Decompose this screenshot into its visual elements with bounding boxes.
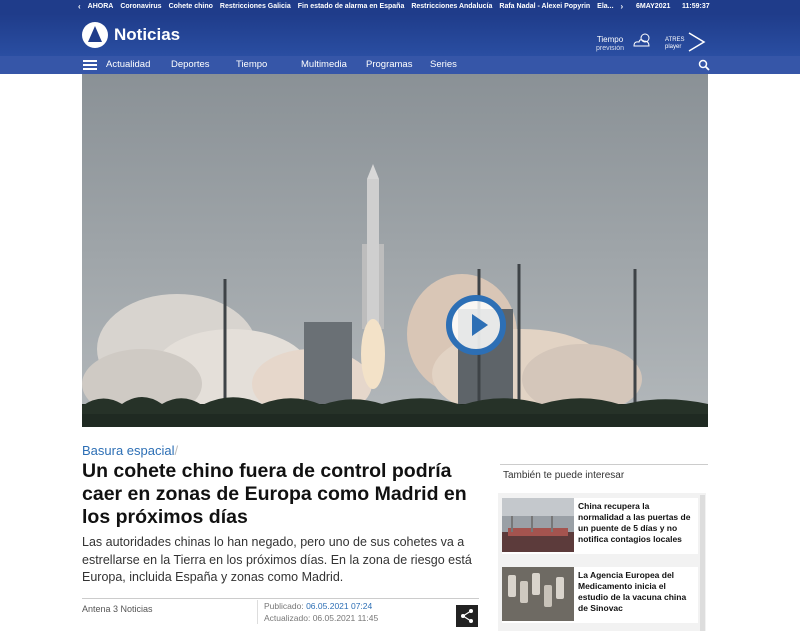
main-nav: Actualidad Deportes Tiempo Multimedia Pr… — [0, 56, 800, 74]
nav-item-actualidad[interactable]: Actualidad — [106, 59, 150, 70]
atresplayer-play-icon — [688, 32, 706, 52]
news-ticker: ‹ AHORA Coronavirus Cohete chino Restric… — [0, 0, 800, 14]
ticker-next-icon[interactable]: › — [621, 2, 624, 11]
menu-icon[interactable] — [83, 60, 97, 70]
related-scrollbar[interactable] — [700, 495, 705, 631]
brand-name: Noticias — [114, 25, 181, 44]
atresplayer-link[interactable]: ATRES player — [664, 30, 710, 56]
nav-item-series[interactable]: Series — [430, 59, 457, 70]
ticker-item-alarma[interactable]: Fin estado de alarma en España — [298, 3, 405, 10]
ticker-item-nadal[interactable]: Rafa Nadal - Alexei Popyrin — [499, 3, 590, 10]
sidebar-title: También te puede interesar — [503, 470, 625, 481]
play-button[interactable] — [446, 295, 506, 355]
ticker-time: 11:59:37 — [682, 3, 710, 10]
antena3-logo-icon — [82, 22, 108, 48]
atres-label-1: ATRES — [665, 37, 685, 43]
weather-cloud-sun-icon[interactable] — [631, 32, 653, 48]
nav-item-tiempo[interactable]: Tiempo — [236, 59, 267, 70]
related-card[interactable]: La Agencia Europea del Medicamento inici… — [502, 567, 698, 623]
site-logo[interactable]: Noticias — [82, 22, 180, 48]
article-section[interactable]: Basura espacial/ — [82, 443, 178, 458]
weather-sub: previsión — [596, 45, 625, 52]
ticker-item-coronavirus[interactable]: Coronavirus — [120, 3, 161, 10]
published-label: Publicado: — [264, 601, 304, 611]
ticker-item-galicia[interactable]: Restricciones Galicia — [220, 3, 291, 10]
share-button[interactable] — [456, 605, 478, 627]
ticker-item-andalucia[interactable]: Restricciones Andalucía — [411, 3, 492, 10]
weather-link[interactable]: Tiempo previsión — [596, 35, 624, 53]
weather-label: Tiempo — [596, 35, 624, 44]
nav-item-programas[interactable]: Programas — [366, 59, 412, 70]
article-lead: Las autoridades chinas lo han negado, pe… — [82, 535, 472, 584]
sidebar-divider — [500, 464, 708, 465]
ticker-label: AHORA — [87, 3, 114, 10]
ticker-item-cohete[interactable]: Cohete chino — [169, 3, 213, 10]
article-headline: Un cohete chino fuera de control podría … — [82, 460, 467, 528]
updated-label: Actualizado: — [264, 613, 311, 623]
site-header: Noticias Tiempo previsión ATRES player — [0, 14, 800, 56]
atres-label-2: player — [665, 44, 682, 50]
rocket-launch-image — [82, 74, 708, 427]
meta-divider — [82, 598, 479, 599]
nav-item-multimedia[interactable]: Multimedia — [301, 59, 347, 70]
section-label: Basura espacial — [82, 443, 175, 458]
updated-date: 06.05.2021 11:45 — [312, 613, 379, 623]
related-title: La Agencia Europea del Medicamento inici… — [578, 570, 687, 613]
published-date: 06.05.2021 07:24 — [306, 601, 373, 611]
related-thumbnail — [502, 567, 574, 621]
nav-item-deportes[interactable]: Deportes — [171, 59, 210, 70]
article-source: Antena 3 Noticias — [82, 604, 153, 614]
related-title: China recupera la normalidad a las puert… — [578, 501, 691, 544]
share-icon — [461, 609, 473, 623]
search-icon[interactable] — [698, 59, 710, 71]
ticker-prev-icon[interactable]: ‹ — [78, 2, 81, 11]
ticker-date: 6MAY2021 — [636, 3, 671, 10]
article-dates: Publicado: 06.05.2021 07:24 Actualizado:… — [257, 600, 378, 624]
ticker-item-more[interactable]: Ela... — [597, 3, 613, 10]
hero-video[interactable] — [82, 74, 708, 427]
related-card[interactable]: China recupera la normalidad a las puert… — [502, 498, 698, 554]
related-thumbnail — [502, 498, 574, 552]
section-separator: / — [174, 443, 179, 458]
